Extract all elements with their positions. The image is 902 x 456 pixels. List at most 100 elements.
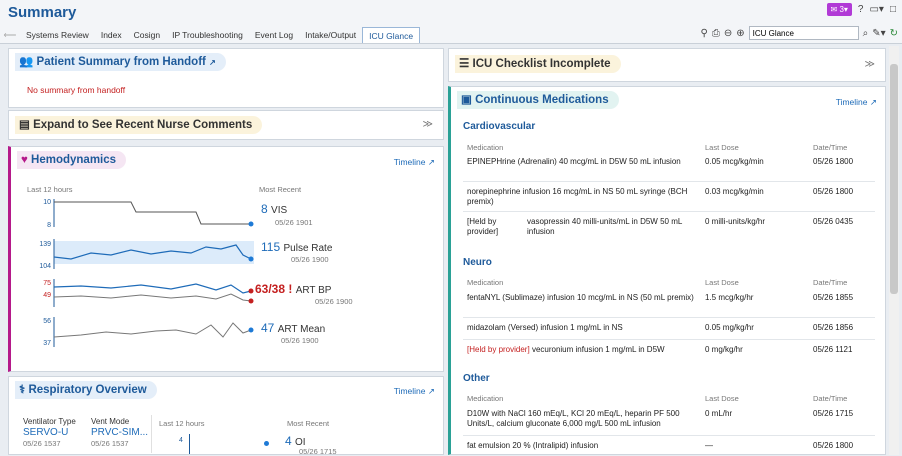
med-row-med[interactable]: norepinephrine infusion 16 mcg/mL in NS … [467,187,697,207]
vis-time: 05/26 1901 [275,218,313,227]
zoom-in-icon[interactable]: ⊕ [736,28,744,39]
col-last-dose: Last Dose [705,394,739,403]
mean-value-block: 47 ART Mean [261,321,326,335]
pulse-value-block: 115 Pulse Rate [261,240,333,254]
group-neuro: Neuro [463,257,492,268]
med-row-date: 05/26 1856 [813,323,854,332]
med-row-med[interactable]: fat emulsion 20 % (Intralipid) infusion [467,441,703,451]
nurse-comments-card[interactable]: ▤ Expand to See Recent Nurse Comments ≫ [8,110,444,140]
med-row-med[interactable]: EPINEPHrine (Adrenalin) 40 mcg/mL in D5W… [467,157,697,167]
refresh-icon[interactable]: ↻ [890,28,898,39]
vent-mode-time: 05/26 1537 [91,439,129,448]
group-cardiovascular: Cardiovascular [463,121,536,132]
med-row-dose: 0.05 mcg/kg/min [705,157,764,166]
hemodynamics-card: ♥ Hemodynamics Timeline ↗ Last 12 hours … [8,146,444,372]
med-row-med[interactable]: fentaNYL (Sublimaze) infusion 10 mcg/mL … [467,293,697,303]
oi-point [264,441,269,446]
med-row-med[interactable]: midazolam (Versed) infusion 1 mg/mL in N… [467,323,697,333]
maximize-icon[interactable]: □ [890,4,896,15]
checklist-card[interactable]: ☰ ICU Checklist Incomplete ≫ [448,48,886,82]
checklist-chevron-icon[interactable]: ≫ [865,59,875,70]
external-link-icon: ↗ [209,58,216,67]
bp-diastolic-line [53,293,252,302]
med-row-held[interactable]: [Held by provider] vecuronium infusion 1… [467,345,703,355]
bp-bottom-label: 49 [43,292,51,299]
group-other: Other [463,373,490,384]
scrollbar[interactable] [889,46,899,455]
med-row-dose: 1.5 mcg/kg/hr [705,293,754,302]
lungs-icon: ⚕ [19,384,26,396]
document-icon: ▤ [19,119,30,131]
med-row-date: 05/26 0435 [813,217,854,226]
vis-value-block: 8 VIS [261,202,288,216]
tab-index[interactable]: Index [95,27,128,43]
med-row-dose: 0 milli-units/kg/hr [705,217,766,226]
held-by-provider-label: [Held by provider] [467,217,499,236]
expand-chevron-icon[interactable]: ≫ [423,119,433,130]
med-row-date: 05/26 1855 [813,293,854,302]
col-medication: Medication [467,278,504,287]
col-date-time: Date/Time [813,394,848,403]
medications-timeline-link[interactable]: Timeline ↗ [836,97,877,108]
tab-cosign[interactable]: Cosign [128,27,166,43]
search-row: ⚲ ⎙ ⊖ ⊕ ⌕ ✎▾ ↻ [700,26,898,40]
tab-scroll-left-icon[interactable]: ⟵ [0,30,20,41]
vent-type-time: 05/26 1537 [23,439,61,448]
notification-badge[interactable]: ✉ 3▾ [826,3,852,16]
col-last-dose: Last Dose [705,278,739,287]
resp-recent-label: Most Recent [287,419,330,428]
row-divider [463,181,875,182]
help-icon[interactable]: ? [858,4,864,15]
vent-type-value: SERVO-U [23,427,69,438]
row-divider [463,339,875,340]
toolbar: ✉ 3▾ ? ▭▾ □ [826,3,896,16]
patient-summary-header[interactable]: 👥 Patient Summary from Handoff ↗ [15,53,226,71]
window-icon[interactable]: ▭▾ [869,4,883,15]
bp-time: 05/26 1900 [315,297,353,306]
mean-top-label: 56 [43,318,51,325]
pulse-bottom-label: 104 [39,263,51,270]
search-input[interactable] [748,26,859,40]
tab-event-log[interactable]: Event Log [249,27,299,43]
vent-type-label: Ventilator Type [23,417,76,426]
med-row-med[interactable]: D10W with NaCl 160 mEq/L, KCl 20 mEq/L, … [467,409,703,431]
med-row-dose: — [705,441,713,450]
checklist-header[interactable]: ☰ ICU Checklist Incomplete [455,55,621,73]
respiratory-header[interactable]: ⚕ Respiratory Overview [15,381,157,399]
summary-message: No summary from handoff [27,85,126,95]
search-icon[interactable]: ⌕ [863,28,869,39]
nurse-comments-header[interactable]: ▤ Expand to See Recent Nurse Comments [15,116,263,134]
zoom-out-icon[interactable]: ⊖ [724,28,732,39]
med-row-dose: 0 mL/hr [705,409,733,418]
med-row-med[interactable]: vasopressin 40 milli-units/mL in D5W 50 … [527,217,697,237]
pulse-top-label: 139 [39,241,51,248]
tab-intake-output[interactable]: Intake/Output [299,27,362,43]
oi-axis [189,434,190,454]
print-icon[interactable]: ⎙ [712,28,720,39]
vent-mode-label: Vent Mode [91,417,130,426]
tab-ip-troubleshooting[interactable]: IP Troubleshooting [166,27,249,43]
mean-line [53,322,252,338]
respiratory-timeline-link[interactable]: Timeline ↗ [394,386,435,397]
tab-icu-glance[interactable]: ICU Glance [362,27,421,43]
resp-range-label: Last 12 hours [159,419,205,428]
med-row-date: 05/26 1715 [813,409,854,418]
vent-mode-value: PRVC-SIM... [91,427,149,438]
bp-systolic-line [53,283,252,294]
col-medication: Medication [467,143,504,152]
col-medication: Medication [467,394,504,403]
people-icon: 👥 [19,56,34,68]
medications-header[interactable]: ▣ Continuous Medications [457,91,619,109]
vis-top-label: 10 [43,199,51,206]
checklist-icon: ☰ [459,58,470,70]
respiratory-card: ⚕ Respiratory Overview Timeline ↗ Ventil… [8,376,444,456]
tab-systems-review[interactable]: Systems Review [20,27,95,43]
hemodynamics-chart: 10 8 139 104 75 49 56 37 [39,199,254,347]
col-date-time: Date/Time [813,278,848,287]
scrollbar-thumb[interactable] [890,64,898,294]
bp-value-block: 63/38 ! ART BP [255,282,332,296]
binoculars-icon[interactable]: ⚲ [700,28,707,39]
pulse-band [54,241,254,264]
pin-icon[interactable]: ✎▾ [872,28,885,39]
top-bar: Summary ✉ 3▾ ? ▭▾ □ ⟵ Systems Review Ind… [0,0,902,44]
